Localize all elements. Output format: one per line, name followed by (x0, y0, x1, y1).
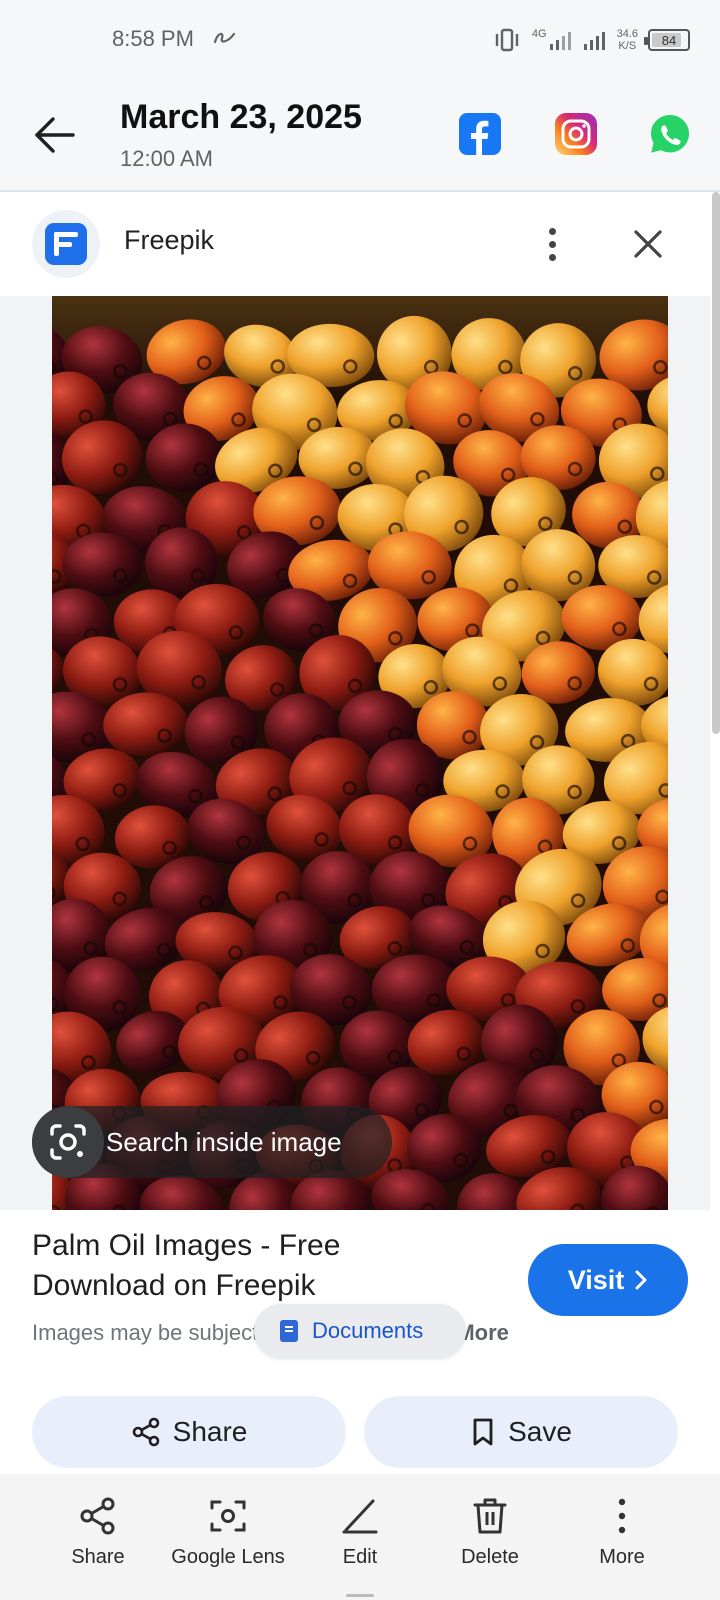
whatsapp-icon (651, 115, 689, 153)
freepik-logo (32, 210, 100, 278)
toolbar-label: More (599, 1546, 645, 1568)
palm-fruit (62, 532, 143, 597)
search-inside-image-button[interactable]: Search inside image (32, 1106, 392, 1178)
visit-label: Visit (567, 1264, 625, 1295)
result-image[interactable] (52, 296, 668, 1210)
instagram-icon (555, 113, 597, 155)
photo-date: March 23, 2025 (120, 98, 362, 136)
edit-icon (342, 1499, 378, 1534)
toolbar-label: Share (71, 1546, 125, 1568)
source-bar: Freepik (0, 192, 710, 296)
vibrate-icon (495, 28, 519, 52)
more-icon (618, 1498, 626, 1534)
toolbar-edit-button[interactable]: Edit (290, 1496, 430, 1569)
save-label: Save (508, 1416, 572, 1447)
bookmark-icon (473, 1418, 493, 1446)
source-name: Freepik (124, 225, 215, 255)
toolbar-lens-button[interactable]: Google Lens (158, 1496, 298, 1569)
source-menu-button[interactable] (536, 220, 568, 268)
status-icons: 4G 34.6 K/S 84 (492, 22, 690, 58)
documents-chip[interactable]: Documents (254, 1304, 466, 1358)
back-button[interactable] (30, 110, 80, 160)
gallery-header: March 23, 2025 12:00 AM (0, 80, 720, 192)
share-icon (80, 1497, 115, 1535)
documents-label: Documents (312, 1318, 424, 1343)
signal-icon (583, 32, 605, 50)
freepik-logo-mark (45, 223, 87, 265)
instagram-share-button[interactable] (552, 110, 600, 158)
photo-time: 12:00 AM (120, 146, 213, 171)
toolbar-share-button[interactable]: Share (28, 1496, 168, 1569)
lens-icon (210, 1500, 246, 1532)
speed-unit: K/S (618, 40, 637, 52)
toolbar-label: Edit (342, 1546, 378, 1568)
signal-4g-icon: 4G (532, 29, 573, 51)
gesture-handle (346, 1594, 374, 1597)
toolbar-delete-button[interactable]: Delete (420, 1496, 560, 1569)
document-icon (280, 1320, 298, 1342)
search-inside-image-label: Search inside image (106, 1126, 342, 1157)
palm-fruit-photo (52, 296, 668, 1210)
chevron-right-icon (635, 1270, 647, 1290)
delete-icon (473, 1498, 507, 1534)
status-time: 8:58 PM (112, 26, 194, 51)
close-icon[interactable] (624, 220, 672, 268)
arrow-left-icon (35, 117, 75, 153)
battery-icon: 84 (644, 29, 690, 51)
share-label: Share (172, 1416, 248, 1447)
network-type: 4G (531, 28, 547, 40)
scrollbar-thumb[interactable] (712, 192, 720, 734)
result-title[interactable]: Palm Oil Images - Free Download on Freep… (32, 1226, 462, 1306)
battery-level: 84 (661, 32, 677, 48)
facebook-share-button[interactable] (456, 110, 504, 158)
bottom-toolbar: Share Google Lens Edit Delete More (0, 1474, 720, 1600)
facebook-icon (459, 113, 501, 155)
lens-panel: Freepik Search inside image Palm Oil Ima… (0, 192, 710, 1472)
status-bar: 8:58 PM 4G 34.6 K/S 84 (0, 0, 720, 80)
network-speed: 34.6 K/S (617, 28, 638, 52)
image-area: Search inside image (0, 296, 710, 1210)
toolbar-more-button[interactable]: More (552, 1496, 692, 1569)
share-button[interactable]: Share (32, 1396, 346, 1468)
speed-value: 34.6 (616, 28, 638, 40)
share-icon (132, 1417, 159, 1447)
toolbar-label: Delete (461, 1546, 519, 1568)
lens-camera-icon (32, 1106, 104, 1178)
save-button[interactable]: Save (364, 1396, 678, 1468)
visit-button[interactable]: Visit (528, 1244, 688, 1316)
link-status-icon (213, 32, 236, 44)
toolbar-label: Google Lens (171, 1546, 285, 1568)
whatsapp-share-button[interactable] (646, 110, 694, 158)
